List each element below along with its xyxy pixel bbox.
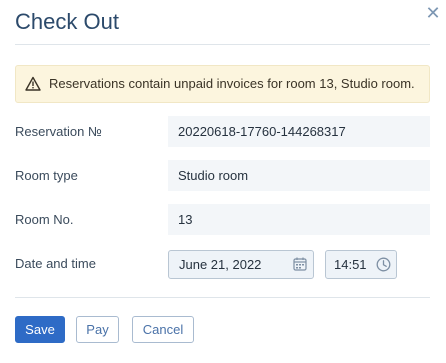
footer-divider xyxy=(15,297,430,298)
room-type-value: Studio room xyxy=(168,160,430,191)
date-picker-input[interactable]: June 21, 2022 xyxy=(168,250,314,279)
date-time-label: Date and time xyxy=(15,256,96,271)
clock-icon[interactable] xyxy=(376,257,391,272)
save-button[interactable]: Save xyxy=(15,316,65,343)
reservation-label: Reservation № xyxy=(15,124,102,139)
close-icon[interactable]: ✕ xyxy=(425,4,441,22)
reservation-value: 20220618-17760-144268317 xyxy=(168,116,430,147)
cancel-button[interactable]: Cancel xyxy=(132,316,194,343)
dialog-title: Check Out xyxy=(15,9,119,34)
calendar-icon[interactable] xyxy=(293,257,307,271)
warning-icon xyxy=(25,76,41,91)
unpaid-invoice-alert: Reservations contain unpaid invoices for… xyxy=(15,65,430,103)
checkout-dialog: Check Out ✕ Reservations contain unpaid … xyxy=(0,0,446,363)
room-no-value: 13 xyxy=(168,204,430,235)
time-value: 14:51 xyxy=(334,257,367,272)
date-value: June 21, 2022 xyxy=(179,257,262,272)
room-no-label: Room No. xyxy=(15,212,74,227)
header-divider xyxy=(15,44,430,45)
pay-button[interactable]: Pay xyxy=(76,316,119,343)
time-picker-input[interactable]: 14:51 xyxy=(325,250,397,279)
room-type-label: Room type xyxy=(15,168,78,183)
alert-message: Reservations contain unpaid invoices for… xyxy=(49,76,415,91)
